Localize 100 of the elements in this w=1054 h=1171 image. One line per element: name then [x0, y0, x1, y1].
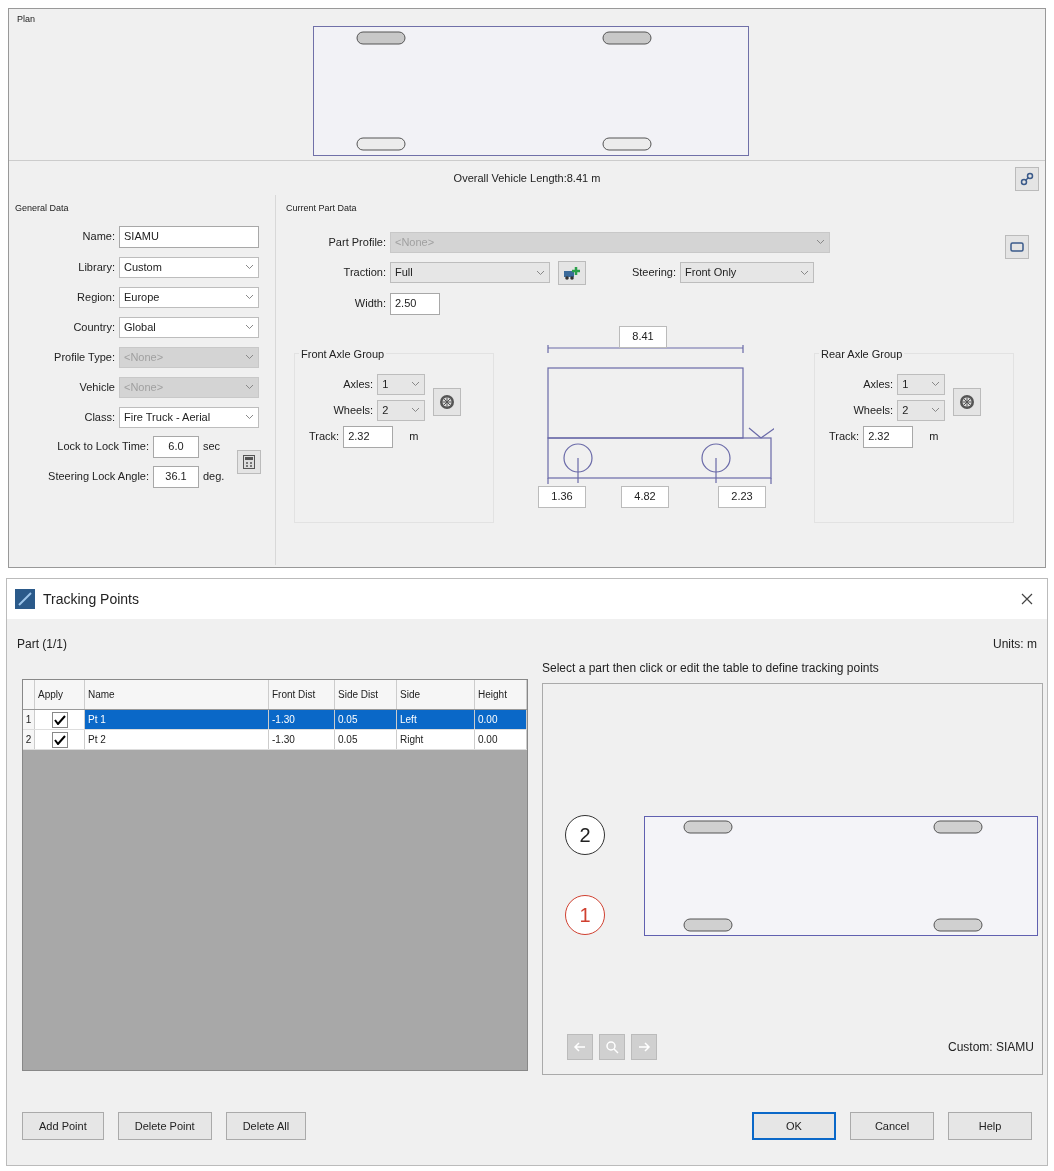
table-cell: Pt 2 [85, 730, 269, 749]
dropdown[interactable]: Europe [119, 286, 259, 308]
action-button[interactable]: Add Point [22, 1112, 104, 1140]
wheel-button[interactable] [953, 387, 982, 416]
column-header[interactable]: Side Dist [335, 680, 397, 709]
column-header[interactable]: Side [397, 680, 475, 709]
dropdown[interactable]: Fire Truck - Aerial [119, 406, 259, 428]
wheel-icon [959, 393, 976, 410]
close-icon [1021, 593, 1033, 605]
point-marker[interactable]: 1 [565, 895, 605, 935]
dropdown[interactable]: Full [390, 262, 550, 283]
units-label: Units: m [993, 636, 1037, 653]
calculator-button[interactable] [237, 449, 261, 474]
window-title: Tracking Points [43, 589, 139, 609]
table-row[interactable]: 1 Pt 1 -1.30 0.05 Left 0.00 [23, 710, 527, 730]
table-cell: Pt 1 [85, 710, 269, 729]
dropdown[interactable]: Custom [119, 256, 259, 278]
chevron-down-icon [800, 269, 809, 276]
dimension-value[interactable]: 1.36 [538, 485, 586, 508]
column-header[interactable]: Front Dist [269, 680, 335, 709]
action-button[interactable]: Delete All [225, 1112, 307, 1140]
dialog-button[interactable]: Cancel [850, 1112, 934, 1140]
app-icon [15, 589, 35, 609]
unit-label: deg. [203, 469, 226, 485]
field-label: Steering Lock Angle: [47, 469, 149, 485]
chevron-down-icon [245, 384, 254, 390]
wheel-button[interactable] [433, 387, 462, 416]
field-label: Library: [77, 259, 115, 275]
chevron-down-icon [245, 264, 254, 270]
calculator-icon [243, 454, 255, 469]
chevron-down-icon [411, 381, 421, 387]
row-number: 2 [23, 730, 35, 749]
link-button[interactable] [1015, 167, 1039, 191]
row-number: 1 [23, 710, 35, 729]
input-field[interactable]: 6.0 [153, 435, 199, 458]
wheel-icon [439, 393, 456, 410]
chevron-down-icon [245, 414, 254, 420]
dialog-button[interactable]: OK [752, 1112, 836, 1140]
check-icon [53, 714, 66, 725]
unit-label: m [929, 429, 940, 445]
field-label: Profile Type: [53, 349, 115, 365]
dimension-value[interactable]: 8.41 [619, 325, 667, 348]
chevron-down-icon [411, 407, 421, 413]
preview-caption: Custom: SIAMU [948, 1039, 1034, 1056]
table-cell: 0.05 [335, 710, 397, 729]
table-row[interactable]: 2 Pt 2 -1.30 0.05 Right 0.00 [23, 730, 527, 750]
field-label: Track: [309, 429, 340, 445]
chevron-down-icon [245, 354, 254, 360]
column-header[interactable]: Height [475, 680, 527, 709]
check-icon [53, 734, 66, 745]
checkbox[interactable] [51, 731, 68, 748]
field-label: Steering: [630, 265, 676, 281]
width-input[interactable]: 2.50 [390, 292, 440, 315]
arrow-right-icon [637, 1040, 651, 1054]
dropdown[interactable]: Global [119, 316, 259, 338]
dimension-value[interactable]: 4.82 [621, 485, 669, 508]
unit-label: sec [203, 439, 222, 455]
add-wheel-button[interactable] [558, 260, 586, 285]
track-input[interactable]: 2.32 [343, 425, 394, 448]
field-label: Lock to Lock Time: [56, 439, 149, 455]
field-label: Country: [72, 319, 115, 335]
point-marker[interactable]: 2 [565, 815, 605, 855]
magnifier-icon [605, 1040, 619, 1054]
chevron-down-icon [931, 407, 941, 413]
track-input[interactable]: 2.32 [863, 425, 914, 448]
part-label: Part (1/1) [17, 636, 67, 653]
dropdown[interactable]: Front Only [680, 262, 814, 283]
field-label: Wheels: [853, 402, 894, 418]
field-label: Traction: [342, 265, 386, 281]
link-icon [1020, 172, 1034, 186]
chevron-down-icon [245, 324, 254, 330]
field-label: Track: [829, 429, 860, 445]
unit-label: m [409, 429, 420, 445]
table-cell: 0.05 [335, 730, 397, 749]
field-label: Wheels: [333, 402, 374, 418]
table-cell: -1.30 [269, 710, 335, 729]
input-field[interactable]: 36.1 [153, 465, 199, 488]
dimension-value[interactable]: 2.23 [718, 485, 766, 508]
axles-dropdown[interactable]: 1 [897, 373, 946, 395]
table-cell: 0.00 [475, 730, 527, 749]
wheels-dropdown[interactable]: 2 [377, 399, 426, 421]
frame-button[interactable] [1005, 235, 1029, 259]
table-cell: -1.30 [269, 730, 335, 749]
table-cell: Left [397, 710, 475, 729]
overall-length-label: Overall Vehicle Length:8.41 m [453, 170, 601, 186]
instruction-text: Select a part then click or edit the table to define tracking points [542, 660, 880, 677]
checkbox[interactable] [51, 711, 68, 728]
wheels-dropdown[interactable]: 2 [897, 399, 946, 421]
column-header[interactable]: Apply [35, 680, 85, 709]
field-label: Vehicle [78, 379, 115, 395]
dialog-button[interactable]: Help [948, 1112, 1032, 1140]
axles-dropdown[interactable]: 1 [377, 373, 426, 395]
table-cell: 0.00 [475, 710, 527, 729]
field-label: Name: [81, 229, 115, 245]
name-input[interactable]: SIAMU [119, 225, 259, 248]
action-button[interactable]: Delete Point [117, 1112, 212, 1140]
field-label: Part Profile: [327, 234, 386, 250]
column-header[interactable]: Name [85, 680, 269, 709]
chevron-down-icon [816, 239, 825, 245]
chevron-down-icon [931, 381, 941, 387]
